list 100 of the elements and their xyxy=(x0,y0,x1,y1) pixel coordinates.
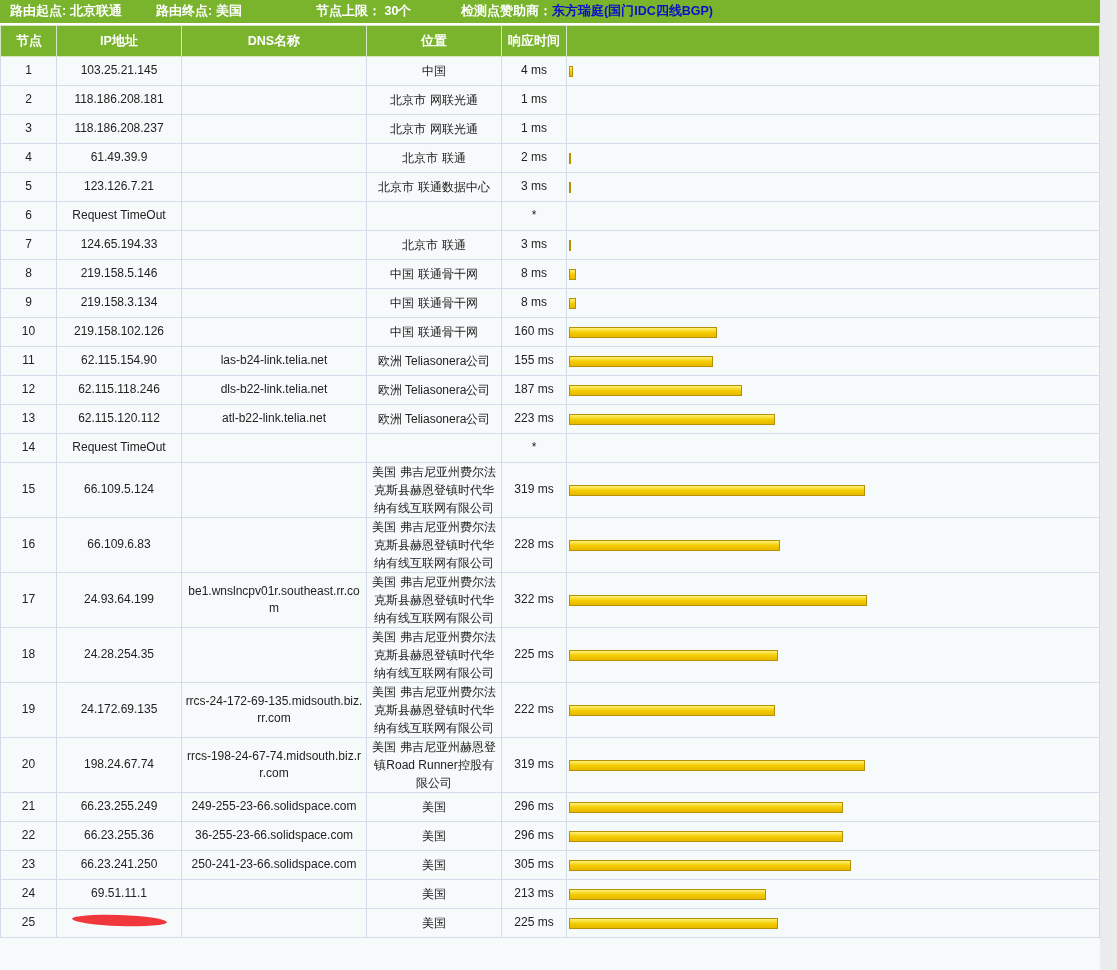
table-cell: 11 xyxy=(0,346,57,376)
table-cell: 3 xyxy=(0,114,57,144)
table-cell: 24.93.64.199 xyxy=(56,572,182,628)
table-cell: 美国 弗吉尼亚州费尔法克斯县赫恩登镇时代华纳有线互联网有限公司 xyxy=(366,682,502,738)
table-cell: 322 ms xyxy=(501,572,567,628)
table-cell: 66.23.255.249 xyxy=(56,792,182,822)
table-cell: 228 ms xyxy=(501,517,567,573)
table-cell: 198.24.67.74 xyxy=(56,737,182,793)
table-cell: 187 ms xyxy=(501,375,567,405)
table-cell: 美国 弗吉尼亚州费尔法克斯县赫恩登镇时代华纳有线互联网有限公司 xyxy=(366,627,502,683)
table-cell: 123.126.7.21 xyxy=(56,172,182,202)
sponsor-link[interactable]: 东方瑞庭(国门IDC四线BGP) xyxy=(552,2,713,21)
table-cell: 美国 xyxy=(366,879,502,909)
table-cell: 62.115.118.246 xyxy=(56,375,182,405)
column-header: 位置 xyxy=(366,25,502,57)
table-cell: 219.158.5.146 xyxy=(56,259,182,289)
table-cell: 66.109.5.124 xyxy=(56,462,182,518)
table-cell: 中国 联通骨干网 xyxy=(366,317,502,347)
table-cell: 24 xyxy=(0,879,57,909)
sponsor-label: 检测点赞助商： xyxy=(461,3,552,21)
table-cell: 160 ms xyxy=(501,317,567,347)
column-header: DNS名称 xyxy=(181,25,367,57)
table-cell: 1 xyxy=(0,56,57,86)
table-cell: 3 ms xyxy=(501,230,567,260)
table-cell: 美国 xyxy=(366,821,502,851)
table-cell: 美国 xyxy=(366,850,502,880)
table-cell: 213 ms xyxy=(501,879,567,909)
table-cell: 118.186.208.237 xyxy=(56,114,182,144)
table-cell: 305 ms xyxy=(501,850,567,880)
table-cell: 2 ms xyxy=(501,143,567,173)
route-info: 路由起点: 北京联通 xyxy=(10,3,123,21)
table-cell: 66.109.6.83 xyxy=(56,517,182,573)
table-cell: 225 ms xyxy=(501,908,567,938)
route-info: 节点上限： 30个 xyxy=(316,3,413,21)
table-cell: 66.23.255.36 xyxy=(56,821,182,851)
table-cell: 17 xyxy=(0,572,57,628)
table-cell: Request TimeOut xyxy=(56,201,182,231)
table-cell: * xyxy=(501,201,567,231)
table-cell: 16 xyxy=(0,517,57,573)
table-cell: 13 xyxy=(0,404,57,434)
table-cell: 22 xyxy=(0,821,57,851)
table-cell: 5 xyxy=(0,172,57,202)
table-cell: 美国 弗吉尼亚州费尔法克斯县赫恩登镇时代华纳有线互联网有限公司 xyxy=(366,462,502,518)
table-cell: 296 ms xyxy=(501,821,567,851)
table-cell: 2 xyxy=(0,85,57,115)
table-cell: 24.172.69.135 xyxy=(56,682,182,738)
table-cell: dls-b22-link.telia.net xyxy=(181,375,367,405)
table-cell: 62.115.120.112 xyxy=(56,404,182,434)
table-cell: 欧洲 Teliasonera公司 xyxy=(366,346,502,376)
table-cell: las-b24-link.telia.net xyxy=(181,346,367,376)
table-cell: 24.28.254.35 xyxy=(56,627,182,683)
table-cell: atl-b22-link.telia.net xyxy=(181,404,367,434)
table-cell: 21 xyxy=(0,792,57,822)
table-cell: 223 ms xyxy=(501,404,567,434)
table-cell: 20 xyxy=(0,737,57,793)
table-cell: 欧洲 Teliasonera公司 xyxy=(366,404,502,434)
table-cell: 36-255-23-66.solidspace.com xyxy=(181,821,367,851)
table-cell: 欧洲 Teliasonera公司 xyxy=(366,375,502,405)
table-cell: 美国 xyxy=(366,792,502,822)
table-cell: 249-255-23-66.solidspace.com xyxy=(181,792,367,822)
table-cell: 3 ms xyxy=(501,172,567,202)
table-cell: 6 xyxy=(0,201,57,231)
table-cell: 25 xyxy=(0,908,57,938)
table-cell: 225 ms xyxy=(501,627,567,683)
table-cell: 155 ms xyxy=(501,346,567,376)
table-cell: 8 ms xyxy=(501,288,567,318)
table-cell: 1 ms xyxy=(501,114,567,144)
column-header: IP地址 xyxy=(56,25,182,57)
table-cell: 124.65.194.33 xyxy=(56,230,182,260)
table-cell: 4 xyxy=(0,143,57,173)
table-cell: 美国 弗吉尼亚州费尔法克斯县赫恩登镇时代华纳有线互联网有限公司 xyxy=(366,572,502,628)
table-cell: 美国 xyxy=(366,908,502,938)
table-cell: 118.186.208.181 xyxy=(56,85,182,115)
table-cell: 北京市 联通数据中心 xyxy=(366,172,502,202)
table-cell: * xyxy=(501,433,567,463)
column-header: 节点 xyxy=(0,25,57,57)
table-cell: 8 ms xyxy=(501,259,567,289)
table-cell: 9 xyxy=(0,288,57,318)
table-cell: 62.115.154.90 xyxy=(56,346,182,376)
table-cell: 7 xyxy=(0,230,57,260)
column-header: 响应时间 xyxy=(501,25,567,57)
table-cell: 103.25.21.145 xyxy=(56,56,182,86)
table-cell: 北京市 网联光通 xyxy=(366,85,502,115)
table-cell: rrcs-24-172-69-135.midsouth.biz.rr.com xyxy=(181,682,367,738)
route-info: 路由终点: 美国 xyxy=(156,2,243,21)
table-cell: 23 xyxy=(0,850,57,880)
table-cell: 15 xyxy=(0,462,57,518)
table-cell: 10 xyxy=(0,317,57,347)
table-cell: 4 ms xyxy=(501,56,567,86)
table-cell: 66.23.241.250 xyxy=(56,850,182,880)
table-cell: 美国 弗吉尼亚州赫恩登镇Road Runner控股有限公司 xyxy=(366,737,502,793)
table-cell: 219.158.102.126 xyxy=(56,317,182,347)
table-cell: 8 xyxy=(0,259,57,289)
table-cell: 222 ms xyxy=(501,682,567,738)
table-cell: 296 ms xyxy=(501,792,567,822)
table-cell: 69.51.11.1 xyxy=(56,879,182,909)
table-cell: 1 ms xyxy=(501,85,567,115)
table-cell: 北京市 联通 xyxy=(366,143,502,173)
table-cell: 美国 弗吉尼亚州费尔法克斯县赫恩登镇时代华纳有线互联网有限公司 xyxy=(366,517,502,573)
table-cell: 14 xyxy=(0,433,57,463)
